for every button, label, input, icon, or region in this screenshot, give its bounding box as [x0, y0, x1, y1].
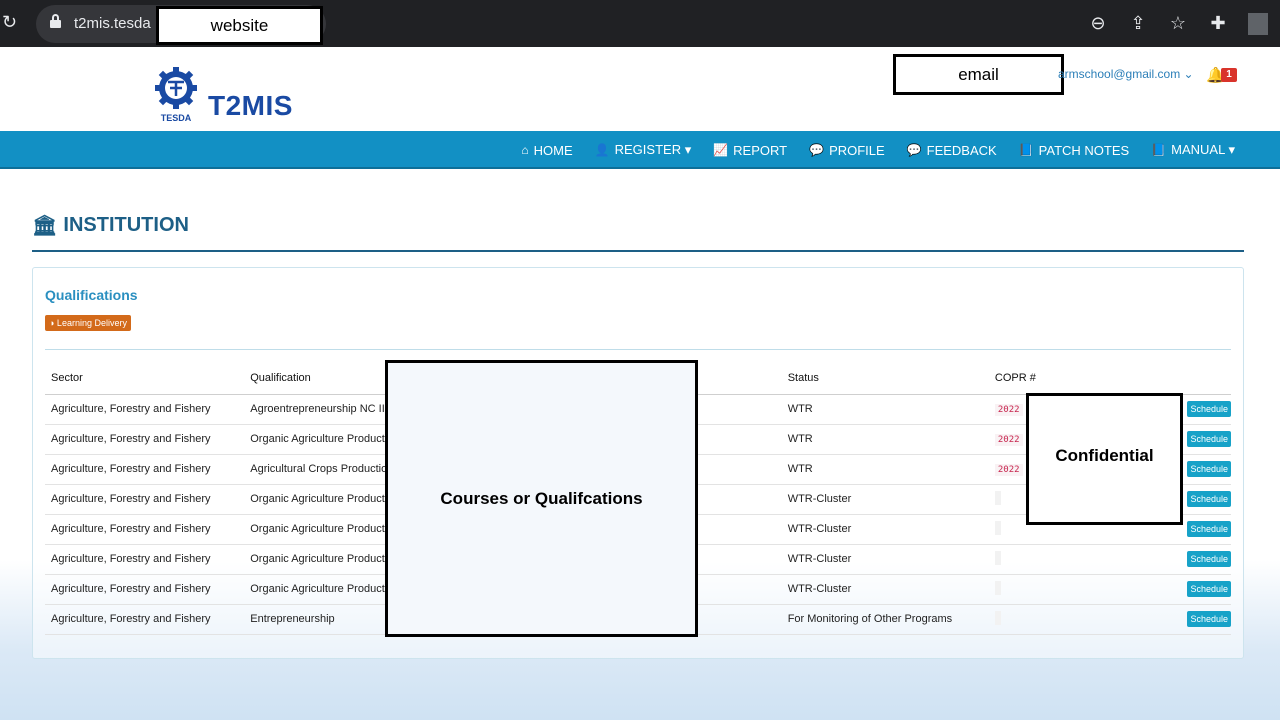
comments-icon: 💬 [906, 143, 922, 157]
schedule-button[interactable]: Schedule [1187, 521, 1231, 537]
book-icon: 📘 [1018, 143, 1034, 157]
cell-status: WTR [781, 394, 989, 425]
schedule-button[interactable]: Schedule [1187, 461, 1231, 477]
header-copr[interactable]: COPR # [988, 363, 1137, 395]
browser-actions: ⊖ ⇪ ☆ ✚ [1088, 0, 1268, 47]
zoom-icon[interactable]: ⊖ [1088, 13, 1108, 34]
schedule-button[interactable]: Schedule [1187, 581, 1231, 597]
page-title: 🏛 INSTITUTION [32, 213, 189, 238]
copr-empty [994, 520, 1001, 535]
header-sector[interactable]: Sector [45, 363, 245, 395]
cell-copr [988, 544, 1137, 575]
header-action [1136, 363, 1231, 395]
cell-sector: Agriculture, Forestry and Fishery [45, 454, 245, 485]
nav-home-label: HOME [533, 142, 573, 158]
nav-manual[interactable]: 📘 MANUAL ▾ [1151, 142, 1235, 158]
copr-empty [994, 490, 1001, 505]
nav-patch-notes-label: PATCH NOTES [1038, 142, 1130, 158]
comments-icon: 💬 [809, 143, 825, 157]
nav-patch-notes[interactable]: 📘 PATCH NOTES [1019, 143, 1129, 158]
cell-action: Schedule [1136, 604, 1231, 635]
panel-divider [45, 349, 1231, 350]
cell-status: WTR-Cluster [781, 544, 989, 575]
nav-feedback-label: FEEDBACK [926, 142, 997, 158]
nav-report-label: REPORT [733, 142, 788, 158]
cell-action: Schedule [1136, 544, 1231, 575]
cell-status: WTR-Cluster [781, 484, 989, 515]
cell-status: WTR [781, 424, 989, 455]
schedule-button[interactable]: Schedule [1187, 431, 1231, 447]
page-title-text: INSTITUTION [63, 214, 189, 236]
share-icon[interactable]: ⇪ [1128, 13, 1148, 34]
reload-icon[interactable]: ↻ [2, 12, 17, 33]
institution-icon: 🏛 [32, 215, 58, 237]
nav-report[interactable]: 📈 REPORT [713, 143, 787, 158]
chart-line-icon: 📈 [713, 143, 729, 157]
user-plus-icon: 👤 [594, 143, 610, 157]
redacted-email-box: email [893, 54, 1064, 95]
logo-text: TESDA [161, 113, 192, 123]
panel-heading: Qualifications [45, 287, 138, 303]
cell-status: WTR-Cluster [781, 514, 989, 545]
lock-icon[interactable] [50, 14, 61, 28]
cell-status: WTR [781, 454, 989, 485]
cell-sector: Agriculture, Forestry and Fishery [45, 484, 245, 515]
nav-profile[interactable]: 💬 PROFILE [809, 143, 885, 158]
app-title[interactable]: T2MIS [208, 90, 293, 122]
notification-badge[interactable]: 1 [1221, 68, 1237, 82]
nav-register[interactable]: 👤 REGISTER ▾ [595, 142, 692, 158]
cell-sector: Agriculture, Forestry and Fishery [45, 514, 245, 545]
nav-manual-label: MANUAL ▾ [1171, 142, 1235, 157]
nav-profile-label: PROFILE [829, 142, 885, 158]
user-menu[interactable]: armschool@gmail.com ⌄ [1058, 67, 1194, 81]
cell-action: Schedule [1136, 574, 1231, 605]
copr-empty [994, 580, 1001, 595]
cell-copr [988, 574, 1137, 605]
title-divider [32, 250, 1244, 252]
schedule-button[interactable]: Schedule [1187, 551, 1231, 567]
extensions-icon[interactable]: ✚ [1208, 13, 1228, 34]
nav-feedback[interactable]: 💬 FEEDBACK [907, 143, 997, 158]
nav-register-label: REGISTER ▾ [614, 142, 692, 157]
header-status[interactable]: Status [781, 363, 989, 395]
nav-items: ⌂ HOME 👤 REGISTER ▾ 📈 REPORT 💬 PROFILE 💬… [521, 131, 1235, 169]
main-navbar: ⌂ HOME 👤 REGISTER ▾ 📈 REPORT 💬 PROFILE 💬… [0, 131, 1280, 169]
redacted-courses-box: Courses or Qualifcations [385, 360, 698, 637]
nav-home[interactable]: ⌂ HOME [521, 143, 572, 158]
copr-empty [994, 610, 1001, 625]
cell-sector: Agriculture, Forestry and Fishery [45, 544, 245, 575]
schedule-button[interactable]: Schedule [1187, 491, 1231, 507]
schedule-button[interactable]: Schedule [1187, 611, 1231, 627]
star-icon[interactable]: ☆ [1168, 13, 1188, 34]
redacted-url-box: website [156, 6, 323, 45]
cell-sector: Agriculture, Forestry and Fishery [45, 424, 245, 455]
book-icon: 📘 [1151, 143, 1167, 157]
learning-delivery-badge: ◑ Learning Delivery [45, 315, 131, 331]
home-icon: ⌂ [521, 143, 529, 157]
cell-sector: Agriculture, Forestry and Fishery [45, 574, 245, 605]
url-text[interactable]: t2mis.tesda [74, 15, 151, 32]
cell-status: For Monitoring of Other Programs [781, 604, 989, 635]
cell-sector: Agriculture, Forestry and Fishery [45, 394, 245, 425]
toolbar-divider [1248, 12, 1268, 35]
schedule-button[interactable]: Schedule [1187, 401, 1231, 417]
tesda-logo-icon: TESDA [155, 67, 197, 123]
copr-number: 2022 [994, 464, 1023, 476]
copr-empty [994, 550, 1001, 565]
copr-number: 2022 [994, 434, 1023, 446]
cell-sector: Agriculture, Forestry and Fishery [45, 604, 245, 635]
copr-number: 2022 [994, 404, 1023, 416]
redacted-confidential-box: Confidential [1026, 393, 1183, 525]
cell-status: WTR-Cluster [781, 574, 989, 605]
cell-copr [988, 604, 1137, 635]
